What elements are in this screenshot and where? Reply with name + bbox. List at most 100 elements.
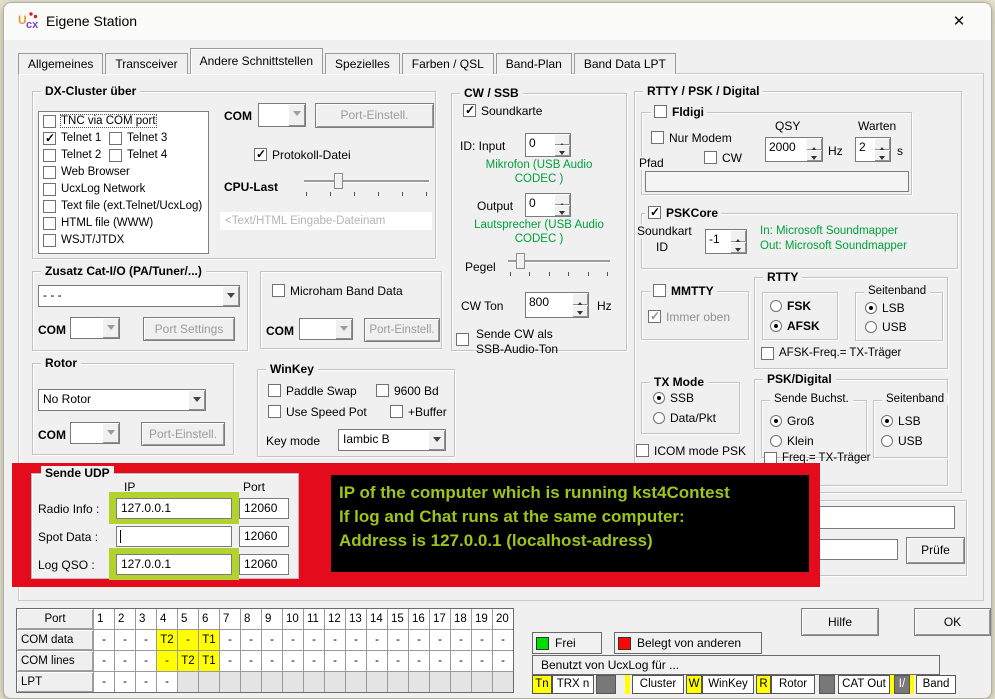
chevron-down-icon[interactable] <box>188 390 205 410</box>
port-cell[interactable]: - <box>136 672 156 692</box>
port-cell[interactable]: - <box>367 630 387 650</box>
sende-cw-checkbox[interactable] <box>456 333 469 346</box>
port-cell[interactable]: - <box>157 672 177 692</box>
port-cell[interactable]: - <box>241 651 261 671</box>
port-cell[interactable]: - <box>472 630 492 650</box>
rotor-port-einstell-button[interactable]: Port-Einstell. <box>141 422 225 446</box>
stepper-down-icon[interactable] <box>572 305 588 317</box>
stepper-down-icon[interactable] <box>554 145 570 156</box>
port-cell[interactable]: - <box>451 651 471 671</box>
port-cell[interactable]: - <box>220 630 240 650</box>
port-cell[interactable]: - <box>94 672 114 692</box>
cw-ton-stepper[interactable]: 800 <box>525 292 589 318</box>
ok-button[interactable]: OK <box>914 608 991 636</box>
stepper-down-icon[interactable] <box>730 242 746 254</box>
port-cell[interactable]: T2 <box>178 651 198 671</box>
port-cell[interactable]: - <box>283 630 303 650</box>
stepper-down-icon[interactable] <box>806 150 822 162</box>
port-cell[interactable]: - <box>367 651 387 671</box>
port-cell[interactable]: T1 <box>199 630 219 650</box>
dx-option-html-file-www[interactable]: HTML file (WWW) <box>43 217 153 230</box>
port-cell[interactable]: - <box>115 630 135 650</box>
dx-option-text-file-ext-telnet-ucxlog[interactable]: Text file (ext.Telnet/UcxLog) <box>43 200 202 213</box>
chevron-down-icon[interactable] <box>428 430 445 450</box>
tab-allgemeines[interactable]: Allgemeines <box>18 53 103 74</box>
port-cell[interactable]: - <box>136 651 156 671</box>
port-cell[interactable] <box>493 672 513 692</box>
port-cell[interactable] <box>367 672 387 692</box>
soundkarte-checkbox[interactable]: Soundkarte <box>463 104 542 118</box>
tab-spezielles[interactable]: Spezielles <box>325 53 400 74</box>
udp-port-field[interactable]: 12060 <box>239 498 289 519</box>
port-cell[interactable]: - <box>220 651 240 671</box>
udp-port-field[interactable]: 12060 <box>239 526 289 547</box>
dx-option-tnc-via-com-port[interactable]: TNC via COM port <box>43 115 156 128</box>
rtty-usb-radio[interactable]: USB <box>865 320 907 334</box>
dx-port-einstell-button[interactable]: Port-Einstell. <box>315 103 434 128</box>
udp-ip-field[interactable]: 127.0.0.1 <box>116 554 232 575</box>
chevron-down-icon[interactable] <box>102 423 119 443</box>
port-cell[interactable] <box>304 672 324 692</box>
qsy-stepper[interactable]: 2000 <box>765 137 823 162</box>
stepper-up-icon[interactable] <box>874 138 890 150</box>
psk-usb-radio[interactable]: USB <box>881 434 923 448</box>
zusatz-com-select[interactable] <box>70 317 120 339</box>
port-cell[interactable] <box>178 672 198 692</box>
chevron-down-icon[interactable] <box>222 286 239 306</box>
port-cell[interactable]: - <box>115 651 135 671</box>
port-cell[interactable]: - <box>451 630 471 650</box>
microham-com-select[interactable] <box>299 318 353 340</box>
udp-port-field[interactable]: 12060 <box>239 554 289 575</box>
udp-ip-field[interactable]: 127.0.0.1 <box>116 498 232 519</box>
tab-andere-schnittstellen[interactable]: Andere Schnittstellen <box>190 48 323 74</box>
nur-modem-checkbox[interactable]: Nur Modem <box>651 131 732 145</box>
rotor-com-select[interactable] <box>70 422 120 444</box>
input-id-stepper[interactable]: 0 <box>525 133 571 157</box>
dx-option-telnet-3[interactable]: Telnet 3 <box>109 132 167 145</box>
stepper-up-icon[interactable] <box>572 293 588 305</box>
port-cell[interactable]: - <box>325 651 345 671</box>
9600bd-checkbox[interactable]: 9600 Bd <box>376 384 439 398</box>
chevron-down-icon[interactable] <box>335 319 352 339</box>
port-cell[interactable]: - <box>115 672 135 692</box>
zusatz-port-settings-button[interactable]: Port Settings <box>143 317 235 341</box>
microham-checkbox[interactable]: Microham Band Data <box>272 284 403 298</box>
gross-radio[interactable]: Groß <box>770 414 814 428</box>
slider-thumb[interactable] <box>334 173 343 189</box>
port-cell[interactable] <box>451 672 471 692</box>
tx-data-pkt-radio[interactable]: Data/Pkt <box>653 411 716 425</box>
psk-lsb-radio[interactable]: LSB <box>881 414 921 428</box>
tab-transceiver[interactable]: Transceiver <box>105 53 187 74</box>
dx-option-web-browser[interactable]: Web Browser <box>43 166 130 179</box>
port-cell[interactable] <box>262 672 282 692</box>
warten-stepper[interactable]: 2 <box>855 137 891 162</box>
port-cell[interactable]: - <box>346 651 366 671</box>
microham-port-einstell-button[interactable]: Port-Einstell. <box>364 318 440 342</box>
klein-radio[interactable]: Klein <box>770 434 814 448</box>
port-cell[interactable]: T2 <box>157 630 177 650</box>
slider-thumb[interactable] <box>516 253 525 269</box>
dx-option-telnet-4[interactable]: Telnet 4 <box>109 149 167 162</box>
immer-oben-checkbox[interactable]: Immer oben <box>648 310 730 324</box>
buffer-checkbox[interactable]: +Buffer <box>390 405 447 419</box>
port-cell[interactable]: - <box>178 630 198 650</box>
fldigi-checkbox[interactable]: Fldigi <box>651 105 707 119</box>
pfad-field[interactable] <box>645 171 909 192</box>
stepper-up-icon[interactable] <box>730 230 746 242</box>
output-id-stepper[interactable]: 0 <box>525 193 571 217</box>
port-cell[interactable]: - <box>136 630 156 650</box>
dx-option-ucxlog-network[interactable]: UcxLog Network <box>43 183 145 196</box>
hilfe-button[interactable]: Hilfe <box>801 608 879 636</box>
port-cell[interactable] <box>283 672 303 692</box>
stepper-up-icon[interactable] <box>554 134 570 145</box>
port-cell[interactable]: - <box>493 651 513 671</box>
port-cell[interactable]: - <box>388 651 408 671</box>
dx-option-wsjt-jtdx[interactable]: WSJT/JTDX <box>43 234 124 247</box>
dx-option-telnet-1[interactable]: Telnet 1 <box>43 132 101 145</box>
icom-mode-psk-checkbox[interactable]: ICOM mode PSK <box>636 444 746 458</box>
port-cell[interactable] <box>220 672 240 692</box>
use-speed-pot-checkbox[interactable]: Use Speed Pot <box>268 405 367 419</box>
port-cell[interactable]: - <box>94 651 114 671</box>
rotor-select[interactable]: No Rotor <box>38 389 206 411</box>
port-cell[interactable]: - <box>325 630 345 650</box>
